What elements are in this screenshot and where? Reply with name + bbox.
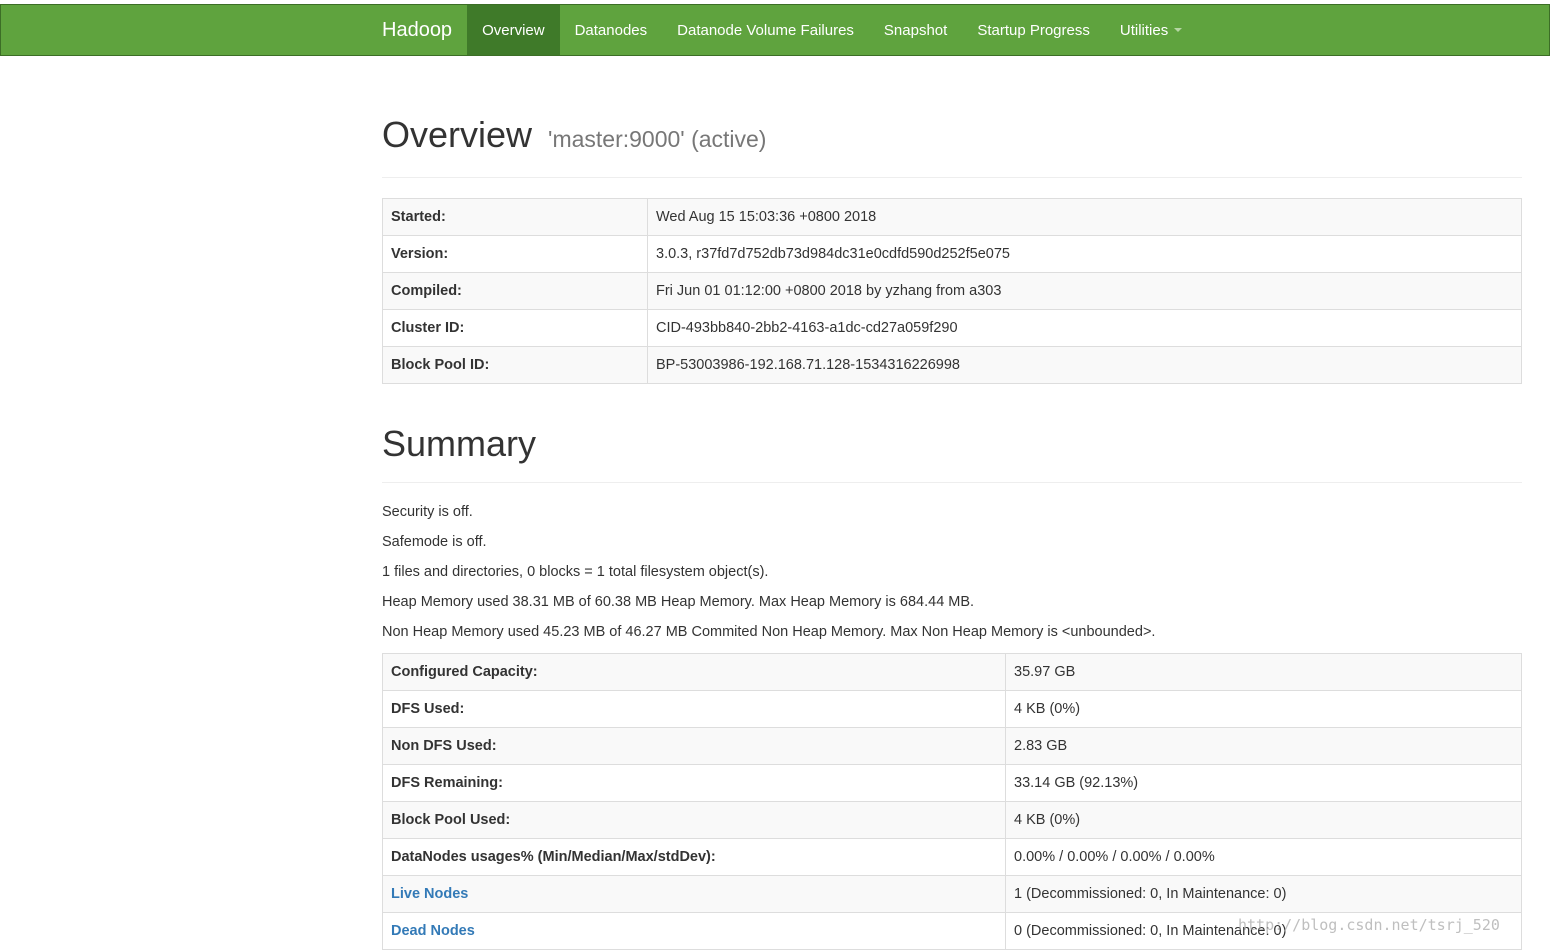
nav-overview[interactable]: Overview [467, 5, 560, 55]
table-row: Non DFS Used: 2.83 GB [382, 727, 1522, 765]
safemode-status: Safemode is off. [382, 534, 487, 550]
overview-header: Overview 'master:9000' (active) [382, 115, 1522, 178]
row-value: 2.83 GB [1005, 727, 1522, 765]
row-value: 0.00% / 0.00% / 0.00% / 0.00% [1005, 838, 1522, 876]
row-label: Block Pool Used: [382, 801, 1006, 839]
table-row: Block Pool ID: BP-53003986-192.168.71.12… [382, 346, 1522, 384]
security-status: Security is off. [382, 504, 473, 520]
table-row: Compiled: Fri Jun 01 01:12:00 +0800 2018… [382, 272, 1522, 310]
table-row: Live Nodes 1 (Decommissioned: 0, In Main… [382, 875, 1522, 913]
row-label: Cluster ID: [382, 309, 648, 347]
namenode-address: 'master:9000' (active) [548, 126, 767, 152]
row-label: DataNodes usages% (Min/Median/Max/stdDev… [382, 838, 1006, 876]
nav-inner: Hadoop Overview Datanodes Datanode Volum… [367, 5, 1197, 55]
nav-utilities-label: Utilities [1119, 21, 1169, 39]
table-row: Version: 3.0.3, r37fd7d752db73d984dc31e0… [382, 235, 1522, 273]
row-value: 35.97 GB [1005, 653, 1522, 691]
dead-nodes-link[interactable]: Dead Nodes [391, 923, 475, 939]
watermark-text: http://blog.csdn.net/tsrj_520 [1238, 916, 1500, 934]
table-row: Started: Wed Aug 15 15:03:36 +0800 2018 [382, 198, 1522, 236]
summary-status-lines: Security is off. Safemode is off. 1 file… [382, 497, 1522, 647]
summary-title: Summary [382, 423, 537, 464]
row-label-cell: Dead Nodes [382, 912, 1006, 950]
row-label: DFS Used: [382, 690, 1006, 728]
table-row: Configured Capacity: 35.97 GB [382, 653, 1522, 691]
table-row: Cluster ID: CID-493bb840-2bb2-4163-a1dc-… [382, 309, 1522, 347]
nav-datanodes[interactable]: Datanodes [560, 5, 663, 55]
row-label: DFS Remaining: [382, 764, 1006, 802]
table-row: DataNodes usages% (Min/Median/Max/stdDev… [382, 838, 1522, 876]
row-value: 33.14 GB (92.13%) [1005, 764, 1522, 802]
table-row: Block Pool Used: 4 KB (0%) [382, 801, 1522, 839]
table-row: DFS Remaining: 33.14 GB (92.13%) [382, 764, 1522, 802]
nav-utilities-dropdown[interactable]: Utilities [1105, 5, 1197, 55]
row-value: Wed Aug 15 15:03:36 +0800 2018 [647, 198, 1522, 236]
brand-link[interactable]: Hadoop [367, 5, 467, 55]
nav-datanode-volume-failures[interactable]: Datanode Volume Failures [662, 5, 869, 55]
row-value: BP-53003986-192.168.71.128-1534316226998 [647, 346, 1522, 384]
nav-snapshot[interactable]: Snapshot [869, 5, 962, 55]
live-nodes-link[interactable]: Live Nodes [391, 886, 468, 902]
caret-down-icon [1174, 28, 1183, 32]
overview-title: Overview [382, 114, 533, 155]
row-value: 4 KB (0%) [1005, 801, 1522, 839]
filesystem-objects: 1 files and directories, 0 blocks = 1 to… [382, 564, 769, 580]
row-label: Version: [382, 235, 648, 273]
row-label: Block Pool ID: [382, 346, 648, 384]
row-label: Configured Capacity: [382, 653, 1006, 691]
table-row: DFS Used: 4 KB (0%) [382, 690, 1522, 728]
top-navbar: Hadoop Overview Datanodes Datanode Volum… [0, 4, 1550, 56]
row-label: Started: [382, 198, 648, 236]
main-container: Overview 'master:9000' (active) Started:… [382, 55, 1522, 950]
page-title: Overview 'master:9000' (active) [382, 115, 1522, 159]
row-value: 3.0.3, r37fd7d752db73d984dc31e0cdfd590d2… [647, 235, 1522, 273]
summary-table: Configured Capacity: 35.97 GB DFS Used: … [382, 653, 1522, 950]
nav-startup-progress[interactable]: Startup Progress [962, 5, 1105, 55]
non-heap-memory: Non Heap Memory used 45.23 MB of 46.27 M… [382, 624, 1156, 640]
row-value: 1 (Decommissioned: 0, In Maintenance: 0) [1005, 875, 1522, 913]
row-label: Compiled: [382, 272, 648, 310]
row-value: Fri Jun 01 01:12:00 +0800 2018 by yzhang… [647, 272, 1522, 310]
summary-header: Summary [382, 424, 1522, 483]
heap-memory: Heap Memory used 38.31 MB of 60.38 MB He… [382, 594, 975, 610]
overview-table: Started: Wed Aug 15 15:03:36 +0800 2018 … [382, 198, 1522, 384]
row-label: Non DFS Used: [382, 727, 1006, 765]
row-value: CID-493bb840-2bb2-4163-a1dc-cd27a059f290 [647, 309, 1522, 347]
row-value: 4 KB (0%) [1005, 690, 1522, 728]
row-label-cell: Live Nodes [382, 875, 1006, 913]
